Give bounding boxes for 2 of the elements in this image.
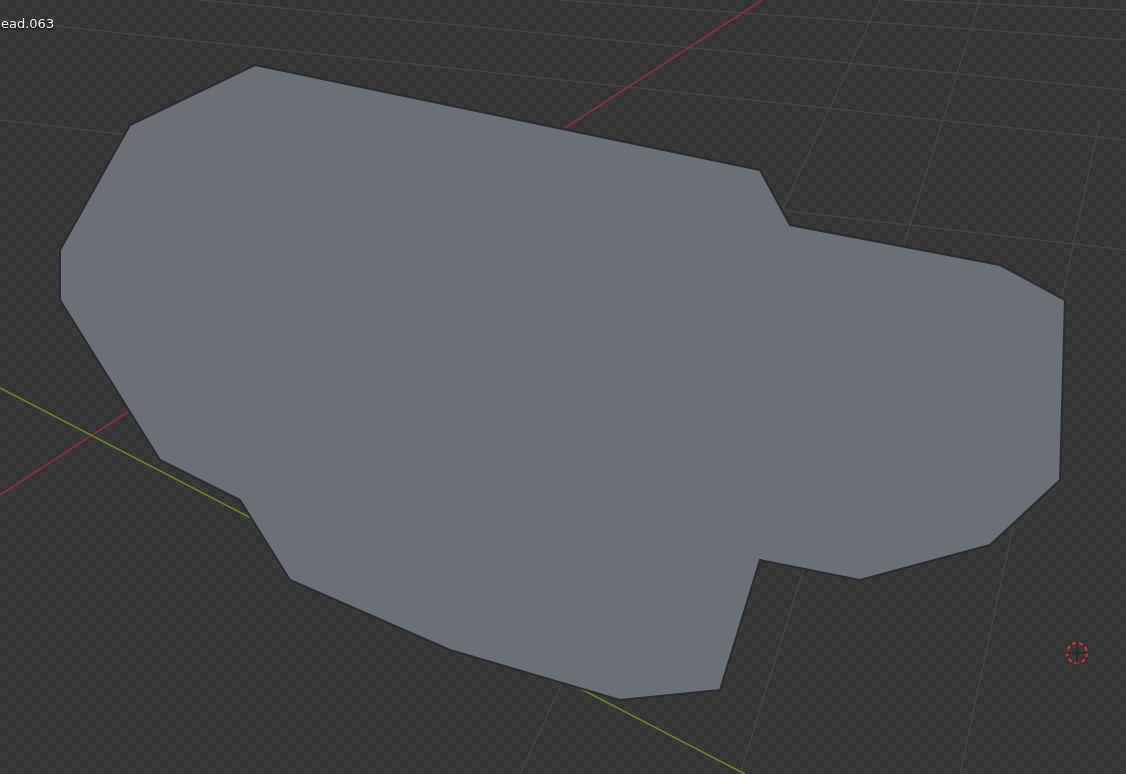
- 3d-cursor-icon: [1064, 640, 1090, 666]
- object-name-label: ead.063: [1, 16, 55, 31]
